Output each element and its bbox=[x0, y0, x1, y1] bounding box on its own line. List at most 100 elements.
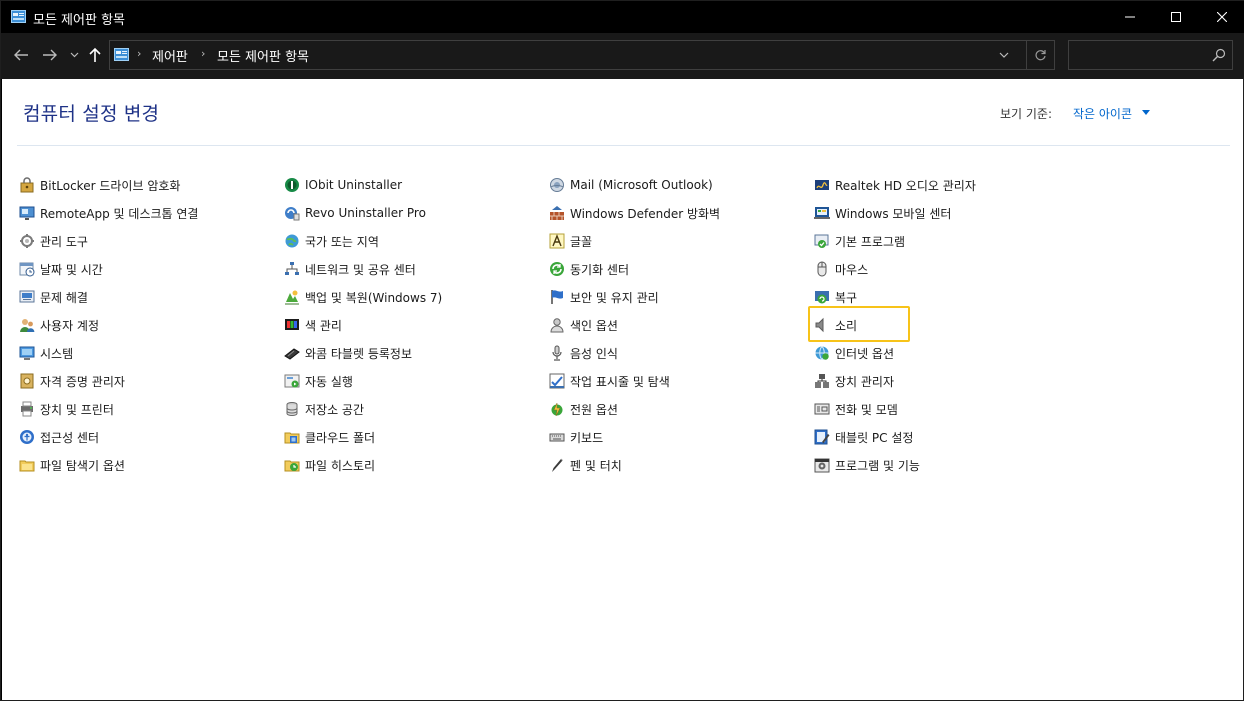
selection-highlight bbox=[808, 306, 910, 342]
control-panel-item[interactable]: RemoteApp 및 데스크톱 연결 bbox=[19, 202, 198, 224]
control-panel-item[interactable]: 장치 및 프린터 bbox=[19, 398, 114, 420]
control-panel-item[interactable]: 글꼴 bbox=[549, 230, 592, 252]
control-panel-item-label: 자동 실행 bbox=[305, 374, 353, 389]
control-panel-item[interactable]: 클라우드 폴더 bbox=[284, 426, 375, 448]
control-panel-item[interactable]: Windows Defender 방화벽 bbox=[549, 202, 720, 224]
maximize-button[interactable] bbox=[1153, 1, 1199, 33]
control-panel-item[interactable]: 색인 옵션 bbox=[549, 314, 618, 336]
control-panel-item[interactable]: 백업 및 복원(Windows 7) bbox=[284, 286, 442, 308]
search-icon bbox=[1212, 48, 1226, 62]
control-panel-item[interactable]: 작업 표시줄 및 탐색 bbox=[549, 370, 670, 392]
search-input[interactable] bbox=[1068, 40, 1233, 70]
control-panel-item[interactable]: 시스템 bbox=[19, 342, 73, 364]
control-panel-item[interactable]: Mail (Microsoft Outlook) bbox=[549, 174, 713, 196]
control-panel-item-label: 음성 인식 bbox=[570, 346, 618, 361]
control-panel-item-label: 장치 및 프린터 bbox=[40, 402, 114, 417]
control-panel-item-label: 관리 도구 bbox=[40, 234, 88, 249]
control-panel-item[interactable]: 접근성 센터 bbox=[19, 426, 99, 448]
control-panel-item[interactable]: 키보드 bbox=[549, 426, 603, 448]
control-panel-item[interactable]: 자격 증명 관리자 bbox=[19, 370, 125, 392]
mail-icon bbox=[549, 177, 565, 193]
troubleshoot-icon bbox=[19, 289, 35, 305]
breadcrumb-separator[interactable]: › bbox=[137, 47, 141, 60]
breadcrumb-control-panel[interactable]: 제어판 bbox=[152, 46, 188, 65]
system-icon bbox=[19, 345, 35, 361]
header-divider bbox=[17, 145, 1230, 146]
up-button[interactable] bbox=[85, 43, 105, 67]
control-panel-item-label: BitLocker 드라이브 암호화 bbox=[40, 178, 181, 193]
control-panel-item-label: Windows 모바일 센터 bbox=[835, 206, 952, 221]
security-flag-icon bbox=[549, 289, 565, 305]
control-panel-item-label: 와콤 타블렛 등록정보 bbox=[305, 346, 412, 361]
control-panel-item[interactable]: 장치 관리자 bbox=[814, 370, 894, 392]
backup-icon bbox=[284, 289, 300, 305]
control-panel-item[interactable]: 파일 히스토리 bbox=[284, 454, 375, 476]
speech-icon bbox=[549, 345, 565, 361]
content-pane: 컴퓨터 설정 변경 보기 기준: 작은 아이콘 BitLocker 드라이브 암… bbox=[2, 79, 1243, 700]
control-panel-item[interactable]: 인터넷 옵션 bbox=[814, 342, 894, 364]
control-panel-item[interactable]: 저장소 공간 bbox=[284, 398, 364, 420]
folder-options-icon bbox=[19, 457, 35, 473]
indexing-icon bbox=[549, 317, 565, 333]
control-panel-item[interactable]: 전원 옵션 bbox=[549, 398, 618, 420]
breadcrumb-separator[interactable]: › bbox=[201, 47, 205, 60]
control-panel-item[interactable]: 관리 도구 bbox=[19, 230, 88, 252]
minimize-button[interactable] bbox=[1107, 1, 1153, 33]
control-panel-item-label: IObit Uninstaller bbox=[305, 178, 403, 192]
control-panel-item[interactable]: 전화 및 모뎀 bbox=[814, 398, 898, 420]
control-panel-item[interactable]: 색 관리 bbox=[284, 314, 342, 336]
accessibility-icon bbox=[19, 429, 35, 445]
recent-locations-button[interactable] bbox=[67, 43, 81, 67]
control-panel-item[interactable]: Windows 모바일 센터 bbox=[814, 202, 951, 224]
control-panel-item[interactable]: 동기화 센터 bbox=[549, 258, 629, 280]
forward-button[interactable] bbox=[39, 43, 61, 67]
control-panel-item-label: 태블릿 PC 설정 bbox=[835, 430, 914, 445]
control-panel-window: 모든 제어판 항목 › 제어판 › 모든 제어판 항목 컴퓨터 설정 변경 보기… bbox=[0, 0, 1244, 701]
control-panel-item-label: 사용자 계정 bbox=[40, 318, 100, 333]
address-bar[interactable]: › 제어판 › 모든 제어판 항목 bbox=[109, 40, 1055, 70]
bitlocker-icon bbox=[19, 177, 35, 193]
back-button[interactable] bbox=[10, 43, 32, 67]
view-by-label: 보기 기준: bbox=[1000, 107, 1053, 121]
control-panel-item[interactable]: 사용자 계정 bbox=[19, 314, 99, 336]
control-panel-item[interactable]: IObit Uninstaller bbox=[284, 174, 402, 196]
control-panel-item[interactable]: 자동 실행 bbox=[284, 370, 353, 392]
address-history-button[interactable] bbox=[994, 41, 1014, 69]
control-panel-item-label: 작업 표시줄 및 탐색 bbox=[570, 374, 670, 389]
control-panel-item[interactable]: Revo Uninstaller Pro bbox=[284, 202, 426, 224]
close-button[interactable] bbox=[1199, 1, 1244, 33]
refresh-button[interactable] bbox=[1026, 41, 1054, 69]
network-icon bbox=[284, 261, 300, 277]
file-history-icon bbox=[284, 457, 300, 473]
control-panel-item[interactable]: 보안 및 유지 관리 bbox=[549, 286, 659, 308]
credential-icon bbox=[19, 373, 35, 389]
control-panel-item[interactable]: 파일 탐색기 옵션 bbox=[19, 454, 125, 476]
control-panel-item[interactable]: 마우스 bbox=[814, 258, 868, 280]
control-panel-item[interactable]: 네트워크 및 공유 센터 bbox=[284, 258, 416, 280]
breadcrumb-all-items[interactable]: 모든 제어판 항목 bbox=[217, 46, 309, 65]
caret-down-icon[interactable] bbox=[1142, 110, 1150, 115]
wacom-icon bbox=[284, 345, 300, 361]
control-panel-item-label: 시스템 bbox=[40, 346, 74, 361]
control-panel-item-label: 전화 및 모뎀 bbox=[835, 402, 898, 417]
control-panel-item[interactable]: 음성 인식 bbox=[549, 342, 618, 364]
control-panel-item[interactable]: BitLocker 드라이브 암호화 bbox=[19, 174, 180, 196]
arrow-right-icon bbox=[43, 49, 57, 61]
control-panel-item[interactable]: 복구 bbox=[814, 286, 857, 308]
control-panel-item[interactable]: 펜 및 터치 bbox=[549, 454, 622, 476]
control-panel-item[interactable]: 문제 해결 bbox=[19, 286, 88, 308]
control-panel-item-label: 접근성 센터 bbox=[40, 430, 100, 445]
control-panel-item[interactable]: Realtek HD 오디오 관리자 bbox=[814, 174, 976, 196]
control-panel-item[interactable]: 와콤 타블렛 등록정보 bbox=[284, 342, 412, 364]
control-panel-item[interactable]: 프로그램 및 기능 bbox=[814, 454, 920, 476]
control-panel-item[interactable]: 날짜 및 시간 bbox=[19, 258, 103, 280]
control-panel-item[interactable]: 태블릿 PC 설정 bbox=[814, 426, 913, 448]
control-panel-item-label: Revo Uninstaller Pro bbox=[305, 206, 426, 220]
control-panel-item[interactable]: 국가 또는 지역 bbox=[284, 230, 379, 252]
control-panel-item-label: 네트워크 및 공유 센터 bbox=[305, 262, 416, 277]
admin-tools-icon bbox=[19, 233, 35, 249]
view-by-dropdown[interactable]: 작은 아이콘 bbox=[1073, 105, 1132, 122]
control-panel-item[interactable]: 기본 프로그램 bbox=[814, 230, 905, 252]
mouse-icon bbox=[814, 261, 830, 277]
default-programs-icon bbox=[814, 233, 830, 249]
